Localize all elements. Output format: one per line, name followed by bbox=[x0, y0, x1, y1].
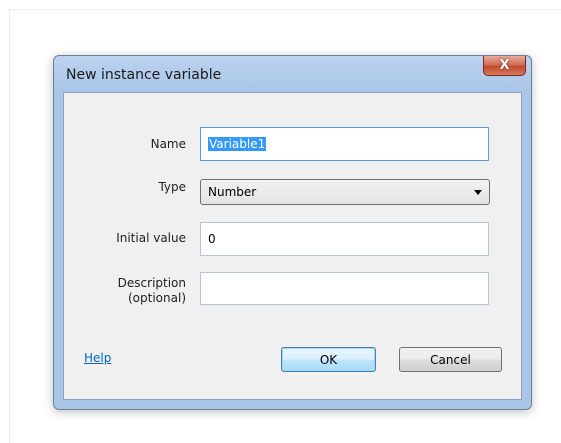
name-label: Name bbox=[150, 137, 186, 151]
help-link[interactable]: Help bbox=[84, 351, 111, 365]
type-select-value: Number bbox=[208, 185, 257, 199]
type-label: Type bbox=[158, 180, 186, 194]
description-label: Description (optional) bbox=[64, 276, 186, 306]
type-select[interactable]: Number bbox=[200, 179, 490, 205]
chevron-down-icon bbox=[474, 189, 482, 195]
canvas: New instance variable X Name Variable1 T… bbox=[0, 0, 561, 443]
initial-value-input[interactable]: 0 bbox=[200, 222, 489, 256]
description-label-line1: Description bbox=[117, 276, 186, 290]
new-instance-variable-dialog: New instance variable X Name Variable1 T… bbox=[53, 55, 532, 410]
initial-value-text: 0 bbox=[208, 232, 216, 246]
frame-border bbox=[9, 9, 561, 10]
name-input-value: Variable1 bbox=[208, 137, 267, 151]
frame-border bbox=[9, 9, 10, 443]
dialog-title: New instance variable bbox=[66, 67, 222, 83]
initial-value-label: Initial value bbox=[116, 231, 186, 245]
description-label-line2: (optional) bbox=[128, 291, 186, 305]
ok-button[interactable]: OK bbox=[281, 347, 376, 372]
close-icon: X bbox=[499, 58, 510, 73]
dialog-body: Name Variable1 Type Number Initial value… bbox=[63, 92, 522, 400]
name-input[interactable]: Variable1 bbox=[200, 127, 489, 161]
close-button[interactable]: X bbox=[483, 56, 526, 76]
cancel-button[interactable]: Cancel bbox=[399, 347, 502, 372]
description-input[interactable] bbox=[200, 272, 489, 305]
